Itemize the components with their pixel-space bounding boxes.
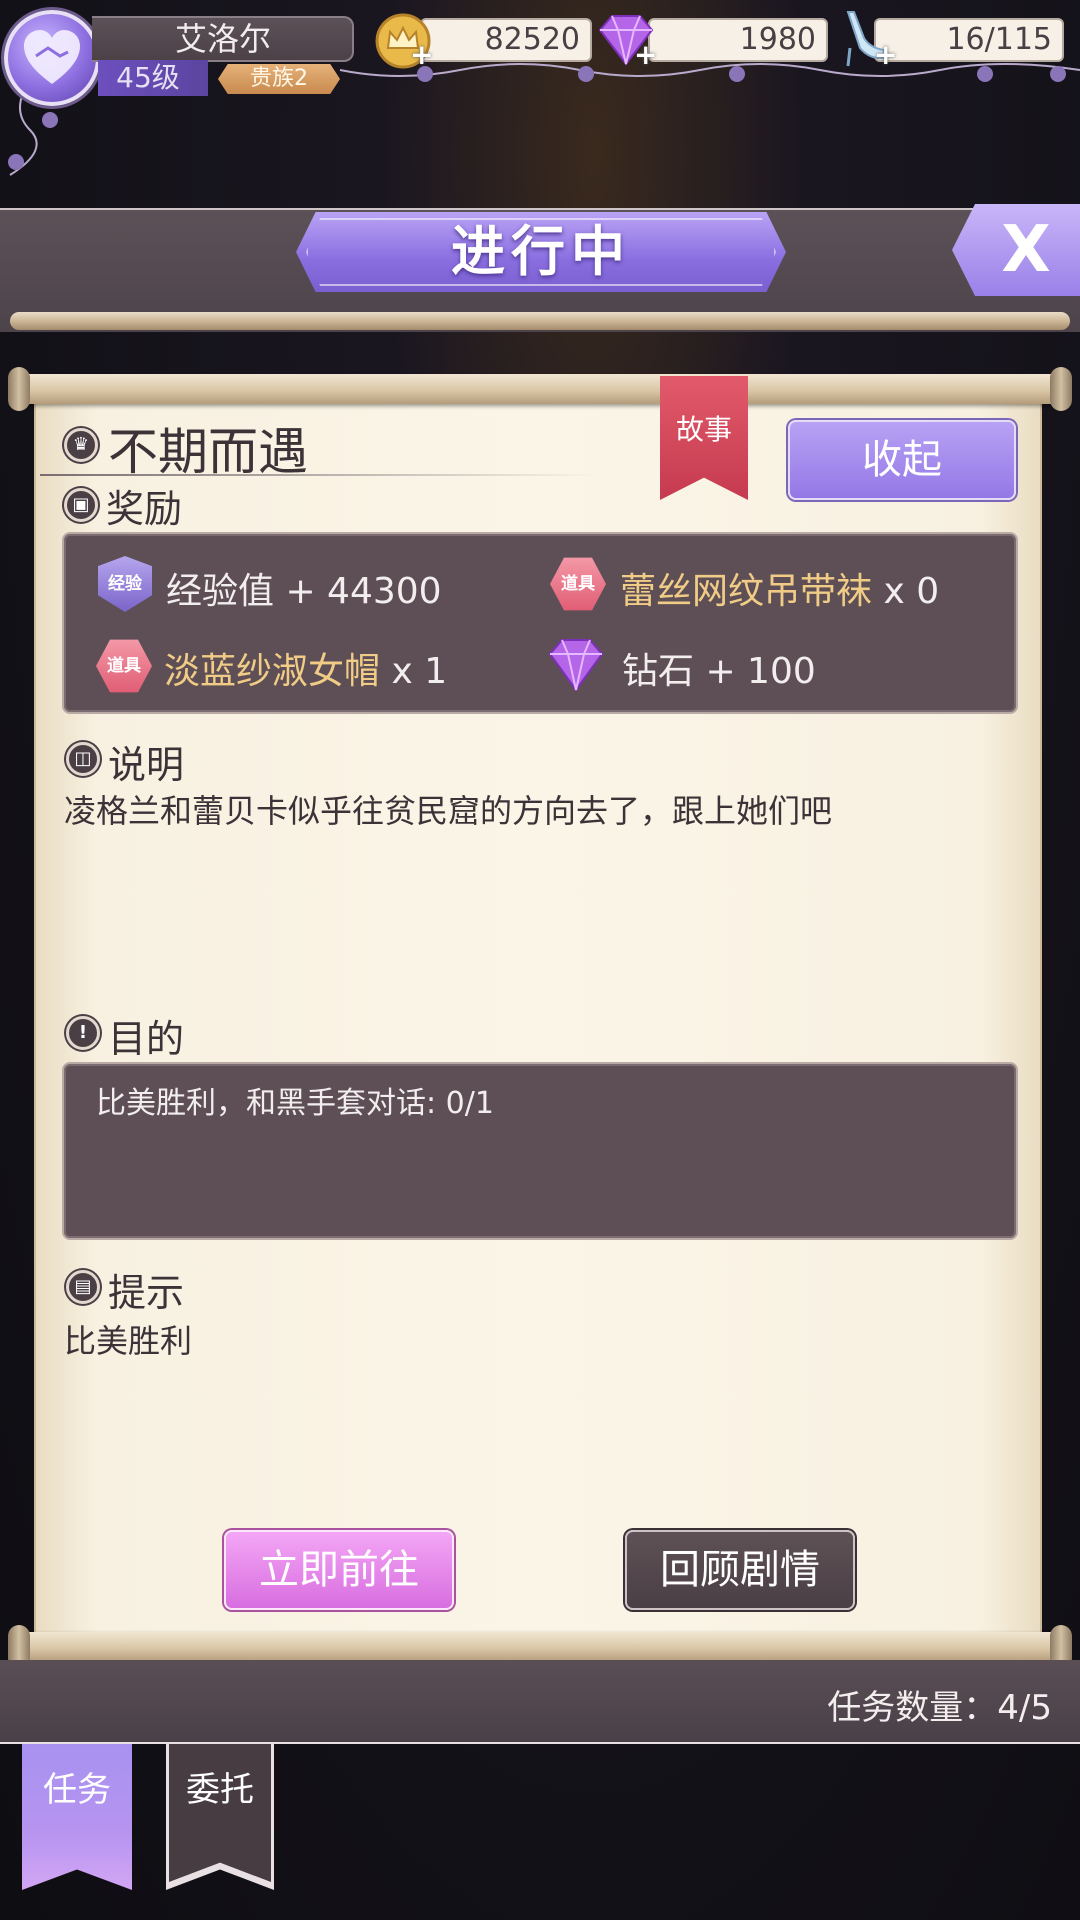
reward-item-hat[interactable]: 淡蓝纱淑女帽 x 1 <box>164 642 447 694</box>
story-tag-label: 故事 <box>675 413 732 446</box>
gold-counter: 82520 <box>420 18 592 62</box>
reward-diamond: 钻石 + 100 <box>622 651 816 692</box>
scroll-top-roller <box>14 374 1066 404</box>
objective-text: 比美胜利，和黑手套对话: 0/1 <box>96 1086 494 1121</box>
reward-item-name: 蕾丝网纹吊带袜 <box>620 571 873 612</box>
page-title: 进行中 <box>451 220 631 283</box>
stamina-counter: 16/115 <box>874 18 1064 62</box>
scroll-bottom-roller <box>14 1632 1066 1662</box>
collapse-button[interactable]: 收起 <box>788 420 1016 500</box>
noble-rank-badge: 贵族2 <box>218 64 340 94</box>
scroll-end-left-top <box>8 367 30 411</box>
diamond-counter: 1980 <box>648 18 828 62</box>
player-avatar[interactable] <box>4 10 100 106</box>
reward-exp: 经验值 + 44300 <box>166 571 442 612</box>
hint-card-icon: ▤ <box>66 1270 100 1304</box>
quest-description: 凌格兰和蕾贝卡似乎往贫民窟的方向去了，跟上她们吧 <box>64 792 833 830</box>
objective-heading: 目的 <box>108 1017 185 1061</box>
diamond-icon <box>548 639 604 692</box>
gift-box-icon: ▣ <box>64 488 98 522</box>
header-rod <box>10 312 1070 330</box>
task-count: 任务数量：4/5 <box>827 1688 1052 1728</box>
tab-bar-divider <box>0 1742 1080 1744</box>
add-stamina-button[interactable]: + <box>874 38 897 71</box>
add-diamond-button[interactable]: + <box>634 38 657 71</box>
scroll-end-right-top <box>1050 367 1072 411</box>
tab-entrust-label[interactable]: 委托 <box>166 1762 274 1811</box>
review-story-button[interactable]: 回顾剧情 <box>625 1530 855 1610</box>
tab-task-label[interactable]: 任务 <box>22 1762 132 1811</box>
hint-heading: 提示 <box>108 1271 185 1315</box>
book-icon: ◫ <box>66 742 100 776</box>
reward-item-stockings[interactable]: 蕾丝网纹吊带袜 x 0 <box>620 562 939 614</box>
handshake-heart-icon <box>24 30 80 84</box>
crown-icon: ♛ <box>64 428 98 462</box>
reward-item-qty: x 0 <box>872 571 940 612</box>
description-heading: 说明 <box>108 743 185 787</box>
hint-text: 比美胜利 <box>64 1322 193 1360</box>
top-status-bar: 艾洛尔 45级 贵族2 82520 + 1980 + 16/115 + <box>0 0 1080 176</box>
rewards-heading: 奖励 <box>106 487 183 531</box>
add-gold-button[interactable]: + <box>410 38 433 71</box>
go-now-button[interactable]: 立即前往 <box>224 1530 454 1610</box>
player-level: 45级 <box>116 61 180 94</box>
reward-item-name: 淡蓝纱淑女帽 <box>164 651 381 692</box>
close-icon[interactable]: X <box>952 204 1080 296</box>
reward-item-qty: x 1 <box>380 651 448 692</box>
player-name: 艾洛尔 <box>174 20 271 58</box>
title-divider <box>40 474 600 476</box>
exclamation-icon: ! <box>66 1016 100 1050</box>
